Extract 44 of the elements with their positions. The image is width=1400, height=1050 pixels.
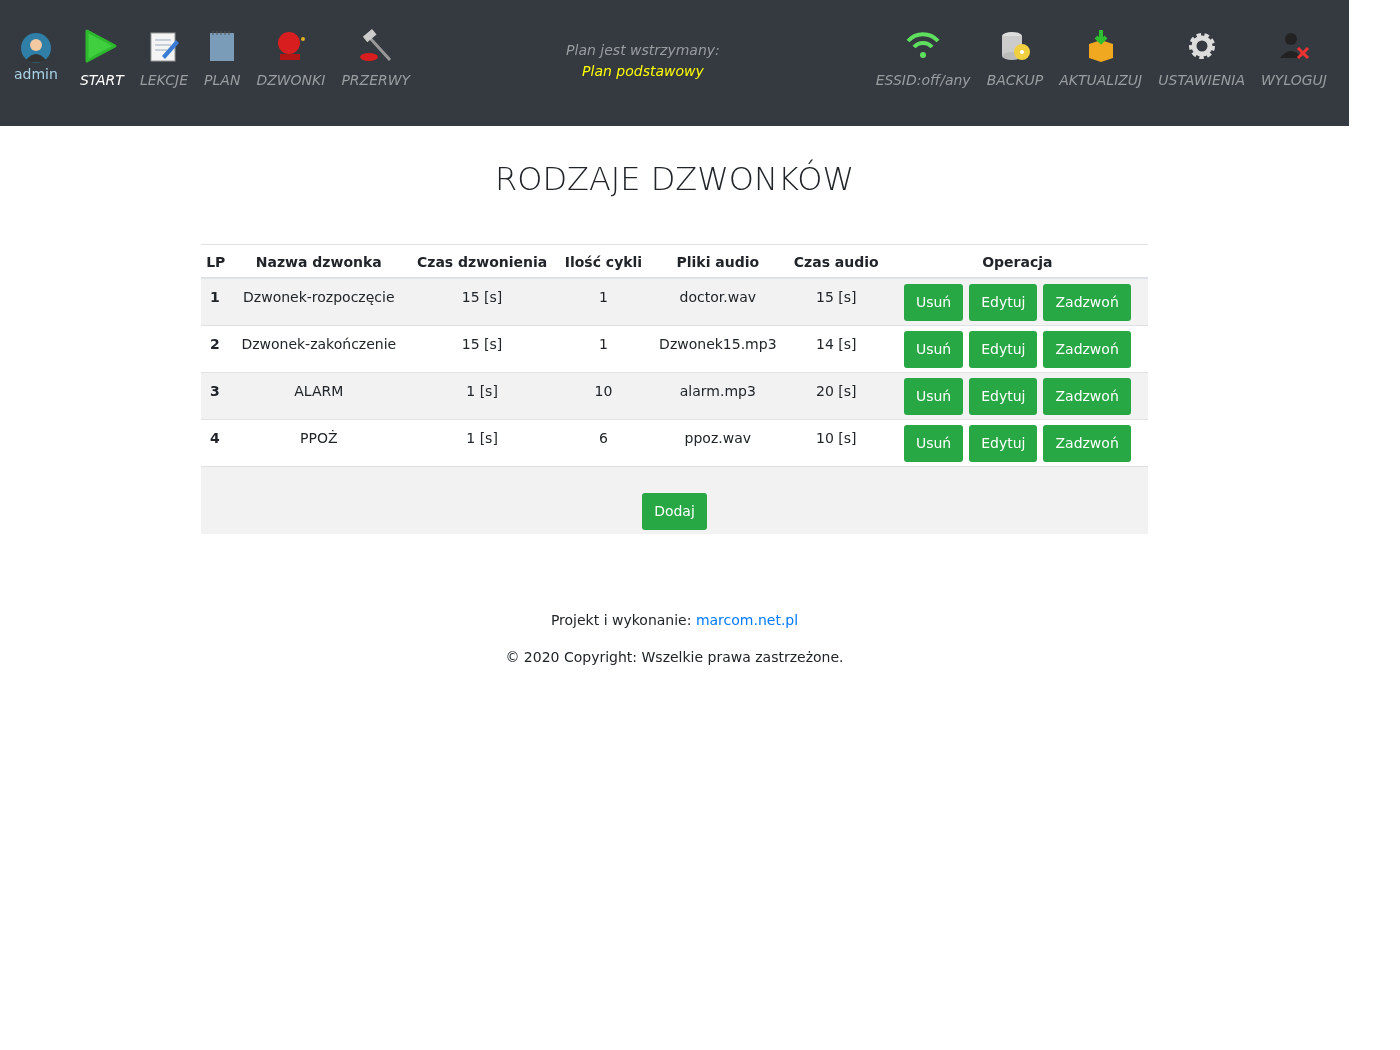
ring-button[interactable]: Zadzwoń <box>1043 378 1131 416</box>
edit-button[interactable]: Edytuj <box>969 378 1038 416</box>
nav-item[interactable]: PRZERWY <box>333 0 419 91</box>
table-cell: 1 [s] <box>407 372 558 420</box>
table-cell: doctor.wav <box>649 278 786 326</box>
ring-button[interactable]: Zadzwoń <box>1043 425 1131 463</box>
edit-button[interactable]: Edytuj <box>969 331 1038 369</box>
nav-item[interactable]: DZWONKI <box>248 0 334 91</box>
nav-item[interactable]: ESSID:off/any <box>867 0 979 91</box>
nav-item[interactable]: WYLOGUJ <box>1253 0 1335 91</box>
ring-button[interactable]: Zadzwoń <box>1043 331 1131 369</box>
table-cell: 10 <box>557 372 650 420</box>
nav-item[interactable]: USTAWIENIA <box>1150 0 1253 91</box>
nav-item[interactable]: AKTUALIZUJ <box>1051 0 1151 91</box>
table-cell: 1 <box>557 278 650 326</box>
avatar-icon <box>19 32 52 64</box>
table-cell: alarm.mp3 <box>649 372 786 420</box>
nav-item[interactable]: BACKUP <box>978 0 1052 91</box>
copyright-text: © 2020 Copyright: Wszelkie prawa zastrzeżone. <box>504 648 845 668</box>
edit-button[interactable]: Edytuj <box>969 284 1038 322</box>
ring-button[interactable]: Zadzwoń <box>1043 284 1131 322</box>
hammer-icon <box>357 28 394 64</box>
delete-button[interactable]: Usuń <box>903 425 964 463</box>
user-name: admin <box>14 65 58 84</box>
website-link[interactable]: marcom.net.pl <box>695 612 799 629</box>
delete-button[interactable]: Usuń <box>903 284 964 322</box>
delete-button[interactable]: Usuń <box>903 331 964 369</box>
table-cell: 15 [s] <box>407 278 558 326</box>
nav-item[interactable]: START <box>71 0 132 91</box>
add-button[interactable]: Dodaj <box>642 493 707 531</box>
credit-text: Projekt i wykonanie: marcom.net.pl <box>549 611 800 631</box>
nav-item[interactable]: PLAN <box>196 0 249 91</box>
table-cell: Dzwonek-rozpoczęcie <box>230 278 408 326</box>
table-cell: ALARM <box>230 372 408 420</box>
table-cell: 1 <box>201 278 231 326</box>
delete-button[interactable]: Usuń <box>903 378 964 416</box>
plan-name: Plan podstawowy <box>581 62 705 81</box>
plan-status-text: Plan jest wstrzymany: <box>565 41 721 60</box>
table-cell: 3 <box>201 372 231 420</box>
nav-item[interactable]: LEKCJE <box>131 0 197 91</box>
table-cell: 20 [s] <box>785 372 887 420</box>
page-title: RODZAJE DZWONKÓW <box>493 160 856 199</box>
edit-button[interactable]: Edytuj <box>969 425 1038 463</box>
table-cell: 15 [s] <box>785 278 887 326</box>
